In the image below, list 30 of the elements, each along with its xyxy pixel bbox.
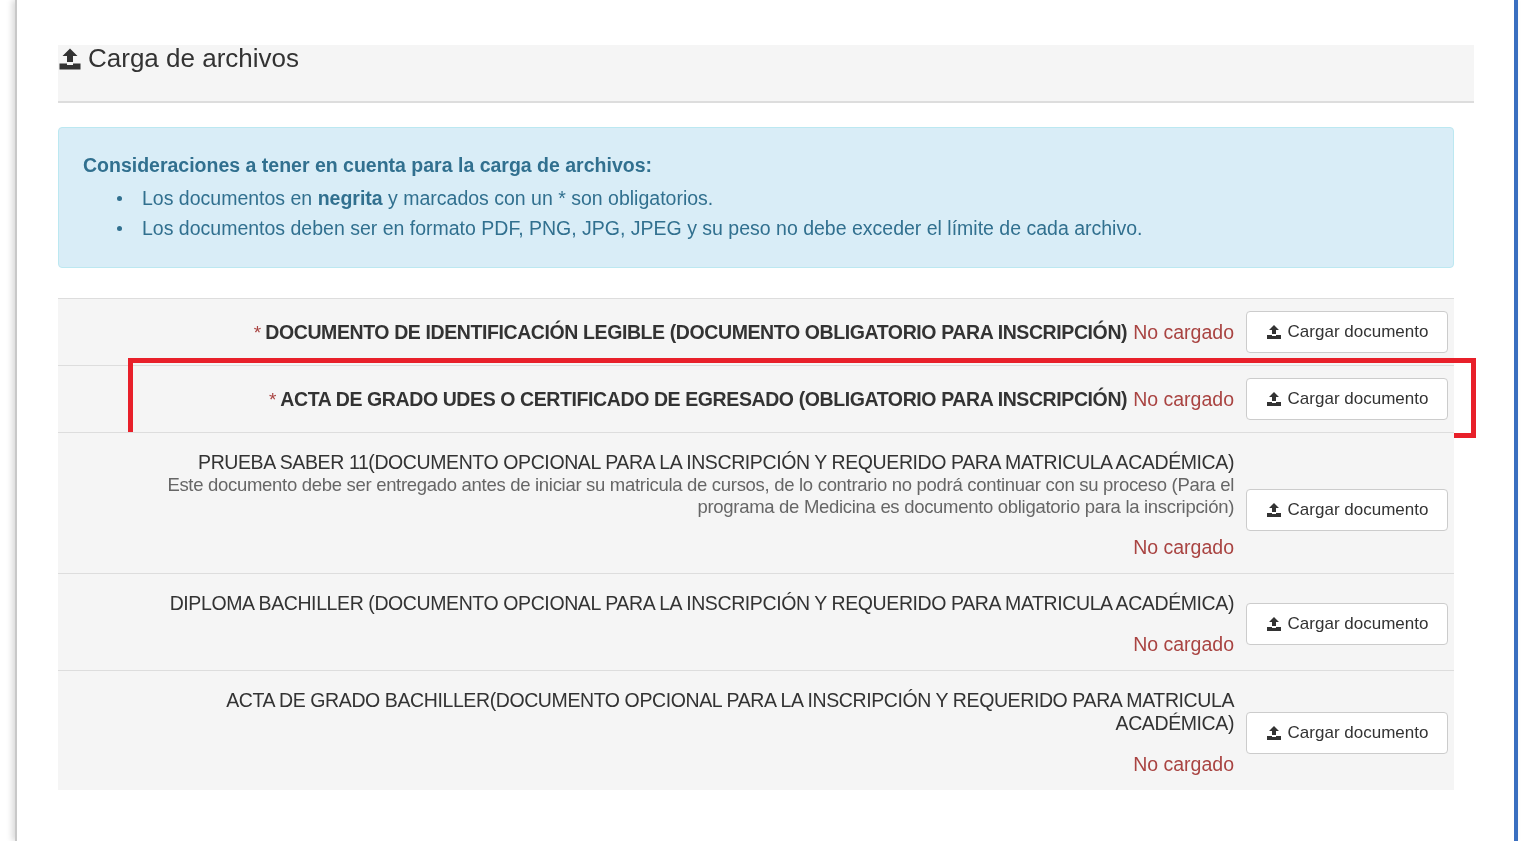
upload-button[interactable]: Cargar documento bbox=[1246, 711, 1448, 754]
upload-icon bbox=[1265, 391, 1282, 407]
required-asterisk: * bbox=[253, 321, 262, 344]
document-name: DOCUMENTO DE IDENTIFICACIÓN LEGIBLE (DOCUMENTO OBLIGATORIO PARA INSCRIPCIÓN) bbox=[265, 320, 1128, 344]
document-note: Este documento debe ser entregado antes de iniciar su matricula de cursos, de lo contrario no podrá continuar con su proceso (Para el programa de Medicina es documento obligatorio para la inscripción) bbox=[166, 474, 1234, 518]
alert-text: Los documentos deben ser en formato PDF, PNG, JPG, JPEG y su peso no debe exceder el límite de cada archivo. bbox=[142, 216, 1143, 241]
document-name: ACTA DE GRADO BACHILLER(DOCUMENTO OPCIONAL PARA LA INSCRIPCIÓN Y REQUERIDO PARA MATRICULA ACADÉMICA) bbox=[225, 689, 1234, 735]
document-name: ACTA DE GRADO UDES O CERTIFICADO DE EGRESADO (OBLIGATORIO PARA INSCRIPCIÓN) bbox=[280, 387, 1128, 411]
bullet-icon bbox=[117, 225, 122, 231]
upload-button[interactable]: Cargar documento bbox=[1246, 311, 1448, 353]
upload-status: No cargado bbox=[1133, 320, 1234, 344]
document-name: DIPLOMA BACHILLER (DOCUMENTO OPCIONAL PARA LA INSCRIPCIÓN Y REQUERIDO PARA MATRICULA ACADÉMICA) bbox=[169, 592, 1234, 615]
upload-button[interactable]: Cargar documento bbox=[1246, 489, 1448, 531]
upload-status: No cargado bbox=[1133, 753, 1234, 776]
panel-title: Carga de archivos bbox=[88, 45, 299, 71]
upload-status: No cargado bbox=[1133, 536, 1234, 559]
upload-icon bbox=[1265, 616, 1282, 632]
upload-button[interactable]: Cargar documento bbox=[1246, 603, 1448, 645]
upload-icon bbox=[1265, 724, 1282, 741]
required-asterisk: * bbox=[268, 388, 277, 411]
alert-title: Consideraciones a tener en cuenta para la carga de archivos: bbox=[83, 154, 653, 177]
document-name: PRUEBA SABER 11(DOCUMENTO OPCIONAL PARA LA INSCRIPCIÓN Y REQUERIDO PARA MATRICULA ACADÉMICA) bbox=[198, 451, 1234, 474]
alert-text: Los documentos en negrita y marcados con un * son obligatorios. bbox=[142, 186, 714, 211]
upload-status: No cargado bbox=[1133, 633, 1234, 656]
bullet-icon bbox=[117, 195, 122, 201]
upload-icon bbox=[58, 47, 82, 71]
upload-icon bbox=[1265, 502, 1282, 518]
upload-icon bbox=[1265, 324, 1282, 340]
upload-button[interactable]: Cargar documento bbox=[1246, 378, 1448, 420]
upload-status: No cargado bbox=[1133, 387, 1234, 411]
